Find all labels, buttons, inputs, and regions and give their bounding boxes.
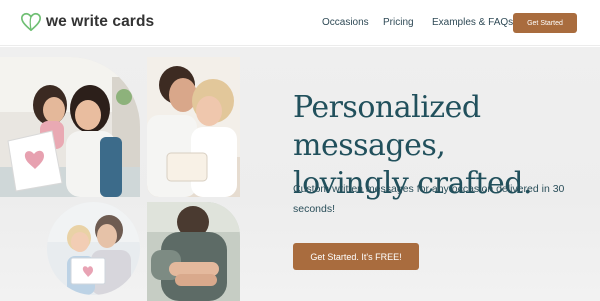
hero-get-started-button[interactable]: Get Started. It's FREE! xyxy=(293,243,419,270)
heart-icon xyxy=(21,12,41,32)
hero-subtext: Custom written messages for any occasion… xyxy=(293,183,565,215)
logo-link[interactable]: we write cards xyxy=(20,10,154,34)
nav-pricing[interactable]: Pricing xyxy=(383,17,414,28)
hero-section: Personalized messages, lovingly crafted.… xyxy=(0,47,600,301)
nav-occasions[interactable]: Occasions xyxy=(322,17,369,28)
logo-text: we write cards xyxy=(46,13,155,30)
site-header: we write cards Occasions Pricing Example… xyxy=(0,0,600,46)
hero-photo-grandmother-child xyxy=(47,202,140,295)
hero-headline-line-1: Personalized messages, xyxy=(293,90,481,163)
hero-photo-couple xyxy=(147,57,240,197)
header-get-started-button[interactable]: Get Started xyxy=(513,13,577,33)
hero-photo-hug xyxy=(147,202,240,301)
hero-photo-mother-daughter xyxy=(0,57,140,197)
nav-examples-faqs[interactable]: Examples & FAQs xyxy=(432,17,513,28)
